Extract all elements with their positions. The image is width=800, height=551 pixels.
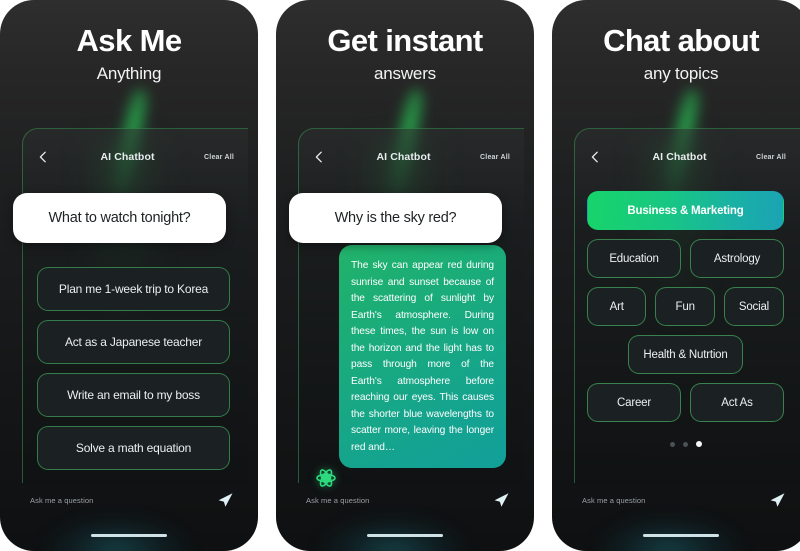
topic-row: Art Fun Social xyxy=(587,287,784,326)
chevron-left-icon[interactable] xyxy=(311,149,327,165)
suggestion-chip[interactable]: Solve a math equation xyxy=(37,426,230,470)
topic-grid-3: Business & Marketing Education Astrology… xyxy=(587,191,784,447)
headline-secondary-2: answers xyxy=(374,64,436,84)
send-paper-plane-icon[interactable] xyxy=(490,489,512,511)
topic-row: Business & Marketing xyxy=(587,191,784,230)
topic-row: Health & Nutrtion xyxy=(587,335,784,374)
topic-pill[interactable]: Social xyxy=(723,287,784,326)
topic-row: Career Act As xyxy=(587,383,784,422)
topic-pill[interactable]: Art xyxy=(587,287,647,326)
user-question-bubble-1: What to watch tonight? xyxy=(13,193,226,243)
teal-bottom-glow-1 xyxy=(42,515,192,551)
topic-pill[interactable]: Act As xyxy=(690,383,784,422)
message-input-bar-1[interactable]: Ask me a question xyxy=(0,483,258,517)
page-dot-active[interactable] xyxy=(695,441,702,447)
chat-header-1: AI Chatbot Clear All xyxy=(23,129,248,185)
chat-card-1: AI Chatbot Clear All What to watch tonig… xyxy=(13,128,248,483)
message-input-bar-3[interactable]: Ask me a question xyxy=(552,483,800,517)
teal-bottom-glow-3 xyxy=(594,515,744,551)
home-indicator-2 xyxy=(367,534,443,537)
phone-mockup-3: Chat about any topics AI Chatbot Clear A… xyxy=(552,0,800,551)
topic-pill[interactable]: Health & Nutrtion xyxy=(628,335,743,374)
chat-title-1: AI Chatbot xyxy=(100,151,155,163)
clear-all-button-2[interactable]: Clear All xyxy=(480,154,510,161)
phone-mockup-1: Ask Me Anything AI Chatbot Clear All Wha… xyxy=(0,0,258,551)
ai-answer-bubble-2: The sky can appear red during sunrise an… xyxy=(339,245,506,469)
topic-pill[interactable]: Career xyxy=(587,383,681,422)
headline-secondary-3: any topics xyxy=(643,64,719,84)
topic-pill-active[interactable]: Business & Marketing xyxy=(587,191,784,230)
suggestion-list-1: Plan me 1-week trip to Korea Act as a Ja… xyxy=(37,267,230,470)
send-paper-plane-icon[interactable] xyxy=(214,489,236,511)
headline-block-3: Chat about any topics xyxy=(552,0,800,84)
home-indicator-1 xyxy=(91,534,167,537)
chat-title-2: AI Chatbot xyxy=(376,151,431,163)
headline-block-1: Ask Me Anything xyxy=(0,0,258,84)
suggestion-chip[interactable]: Act as a Japanese teacher xyxy=(37,320,230,364)
headline-primary-1: Ask Me xyxy=(76,23,183,58)
headline-primary-2: Get instant xyxy=(327,23,483,58)
phone-mockup-2: Get instant answers AI Chatbot Clear All… xyxy=(276,0,534,551)
headline-block-2: Get instant answers xyxy=(276,0,534,84)
page-indicator xyxy=(587,441,784,447)
send-paper-plane-icon[interactable] xyxy=(766,489,788,511)
chevron-left-icon[interactable] xyxy=(587,149,603,165)
message-input-bar-2[interactable]: Ask me a question xyxy=(276,483,534,517)
chat-header-3: AI Chatbot Clear All xyxy=(575,129,800,185)
chevron-left-icon[interactable] xyxy=(35,149,51,165)
topic-pill[interactable]: Astrology xyxy=(690,239,784,278)
chat-card-3: AI Chatbot Clear All Business & Marketin… xyxy=(574,128,800,483)
user-question-bubble-2: Why is the sky red? xyxy=(289,193,502,243)
topic-pill[interactable]: Fun xyxy=(655,287,715,326)
headline-secondary-1: Anything xyxy=(96,64,162,84)
chat-header-2: AI Chatbot Clear All xyxy=(299,129,524,185)
clear-all-button-1[interactable]: Clear All xyxy=(204,154,234,161)
home-indicator-3 xyxy=(643,534,719,537)
chat-card-2: AI Chatbot Clear All Why is the sky red?… xyxy=(289,128,524,487)
page-dot[interactable] xyxy=(682,441,688,447)
message-input-3[interactable]: Ask me a question xyxy=(582,496,766,505)
topic-row: Education Astrology xyxy=(587,239,784,278)
suggestion-chip[interactable]: Plan me 1-week trip to Korea xyxy=(37,267,230,311)
page-dot[interactable] xyxy=(669,441,675,447)
clear-all-button-3[interactable]: Clear All xyxy=(756,154,786,161)
suggestion-chip[interactable]: Write an email to my boss xyxy=(37,373,230,417)
teal-bottom-glow-2 xyxy=(318,515,468,551)
message-input-2[interactable]: Ask me a question xyxy=(306,496,490,505)
message-input-1[interactable]: Ask me a question xyxy=(30,496,214,505)
app-store-screenshot-set: Ask Me Anything AI Chatbot Clear All Wha… xyxy=(0,0,800,551)
topic-pill[interactable]: Education xyxy=(587,239,681,278)
chat-title-3: AI Chatbot xyxy=(652,151,707,163)
headline-primary-3: Chat about xyxy=(603,23,759,58)
